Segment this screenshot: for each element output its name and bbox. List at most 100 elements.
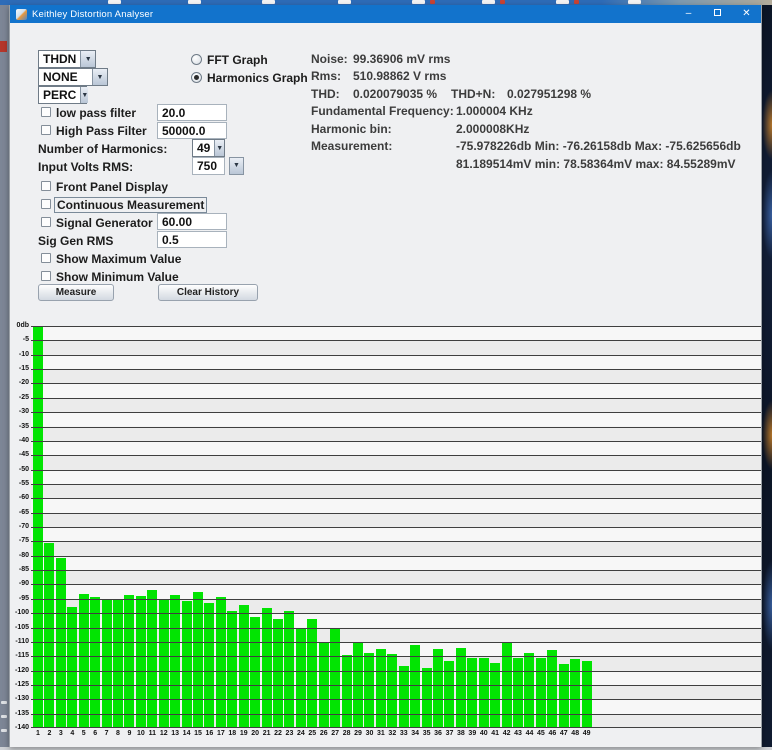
x-tick-label: 17 xyxy=(215,730,227,737)
thd-value: 0.020079035 % xyxy=(353,87,437,101)
thd-label: THD: xyxy=(311,87,340,101)
plot-band xyxy=(31,369,761,383)
fundamental-value: 1.000004 KHz xyxy=(456,104,533,118)
desktop-text-fragment xyxy=(1,701,7,704)
bar xyxy=(79,594,89,728)
harmonics-graph-radio[interactable] xyxy=(191,72,202,83)
x-tick-label: 7 xyxy=(101,730,113,737)
app-window: Keithley Distortion Analyser – ✕ THDN ▼ … xyxy=(9,5,762,747)
title-bar[interactable]: Keithley Distortion Analyser – ✕ xyxy=(10,5,761,23)
desktop-icon-fragment xyxy=(574,0,579,4)
grid-line xyxy=(31,427,761,428)
y-tick-label: -95 xyxy=(10,595,29,602)
window-title: Keithley Distortion Analyser xyxy=(32,9,153,20)
x-tick-label: 15 xyxy=(192,730,204,737)
bar xyxy=(102,600,112,728)
plot-band xyxy=(31,398,761,412)
high-pass-input[interactable]: 50000.0 xyxy=(157,122,227,139)
filter-select[interactable]: NONE ▼ xyxy=(38,68,108,86)
num-harmonics-select[interactable]: 49 ▼ xyxy=(192,139,225,157)
wallpaper-glow xyxy=(762,560,772,650)
plot-band xyxy=(31,412,761,426)
bar xyxy=(387,654,397,728)
x-tick-label: 13 xyxy=(169,730,181,737)
fft-graph-radio[interactable] xyxy=(191,54,202,65)
continuous-label[interactable]: Continuous Measurement xyxy=(54,197,207,213)
front-panel-checkbox[interactable] xyxy=(41,181,51,191)
unit-select-value: PERC xyxy=(39,87,80,103)
y-tick-label: -20 xyxy=(10,379,29,386)
close-button[interactable]: ✕ xyxy=(732,5,761,23)
bar xyxy=(147,590,157,728)
siggen-rms-input[interactable]: 0.5 xyxy=(157,231,227,248)
signal-generator-label[interactable]: Signal Generator xyxy=(56,216,153,230)
minimize-button[interactable]: – xyxy=(674,5,703,23)
unit-select[interactable]: PERC ▼ xyxy=(38,86,87,104)
y-tick-label: -120 xyxy=(10,667,29,674)
continuous-checkbox[interactable] xyxy=(41,199,51,209)
show-min-label[interactable]: Show Minimum Value xyxy=(56,270,179,284)
high-pass-checkbox[interactable] xyxy=(41,125,51,135)
mode-select[interactable]: THDN ▼ xyxy=(38,50,96,68)
y-tick-label: -130 xyxy=(10,695,29,702)
bar xyxy=(467,658,477,728)
y-tick-label: -70 xyxy=(10,523,29,530)
grid-line xyxy=(31,441,761,442)
desktop-text-fragment xyxy=(1,729,7,732)
x-tick-label: 2 xyxy=(43,730,55,737)
grid-line xyxy=(31,685,761,686)
noise-label: Noise: xyxy=(311,52,348,66)
bar xyxy=(422,668,432,728)
grid-line xyxy=(31,412,761,413)
measurement-value-mv: 81.189514mV min: 78.58364mV max: 84.5528… xyxy=(456,157,736,171)
x-tick-label: 48 xyxy=(569,730,581,737)
x-tick-label: 21 xyxy=(261,730,273,737)
show-min-checkbox[interactable] xyxy=(41,271,51,281)
measure-button[interactable]: Measure xyxy=(38,284,114,301)
maximize-button[interactable] xyxy=(703,5,732,23)
grid-line xyxy=(31,513,761,514)
low-pass-checkbox[interactable] xyxy=(41,107,51,117)
input-volts-dropdown-button[interactable]: ▼ xyxy=(229,157,244,175)
y-tick-label: -40 xyxy=(10,437,29,444)
y-tick-label: -25 xyxy=(10,394,29,401)
desktop-icon-fragment xyxy=(0,41,7,52)
x-tick-label: 26 xyxy=(318,730,330,737)
fft-graph-label[interactable]: FFT Graph xyxy=(207,53,268,67)
y-tick-label: -45 xyxy=(10,451,29,458)
signal-generator-input[interactable]: 60.00 xyxy=(157,213,227,230)
show-max-label[interactable]: Show Maximum Value xyxy=(56,252,181,266)
harmonics-graph-label[interactable]: Harmonics Graph xyxy=(207,71,308,85)
show-max-checkbox[interactable] xyxy=(41,253,51,263)
num-harmonics-label: Number of Harmonics: xyxy=(38,142,167,156)
plot-band xyxy=(31,383,761,397)
x-tick-label: 33 xyxy=(398,730,410,737)
x-tick-label: 29 xyxy=(352,730,364,737)
y-tick-label: -60 xyxy=(10,494,29,501)
input-volts-value[interactable]: 750 xyxy=(192,157,225,175)
bar xyxy=(239,605,249,728)
plot-band xyxy=(31,326,761,340)
high-pass-label[interactable]: High Pass Filter xyxy=(56,124,147,138)
low-pass-label[interactable]: low pass filter xyxy=(56,106,136,120)
grid-line xyxy=(31,699,761,700)
x-tick-label: 23 xyxy=(283,730,295,737)
clear-history-button[interactable]: Clear History xyxy=(158,284,258,301)
x-tick-label: 8 xyxy=(112,730,124,737)
bar xyxy=(547,650,557,728)
front-panel-label[interactable]: Front Panel Display xyxy=(56,180,168,194)
x-tick-label: 19 xyxy=(238,730,250,737)
input-volts-label: Input Volts RMS: xyxy=(38,160,133,174)
desktop-icon-fragment xyxy=(188,0,201,4)
bar xyxy=(124,595,134,728)
x-tick-label: 20 xyxy=(249,730,261,737)
y-tick-label: -105 xyxy=(10,624,29,631)
grid-line xyxy=(31,541,761,542)
x-tick-label: 6 xyxy=(89,730,101,737)
grid-line xyxy=(31,527,761,528)
x-tick-label: 41 xyxy=(489,730,501,737)
plot-band xyxy=(31,527,761,541)
signal-generator-checkbox[interactable] xyxy=(41,217,51,227)
y-tick-label: -90 xyxy=(10,580,29,587)
low-pass-input[interactable]: 20.0 xyxy=(157,104,227,121)
